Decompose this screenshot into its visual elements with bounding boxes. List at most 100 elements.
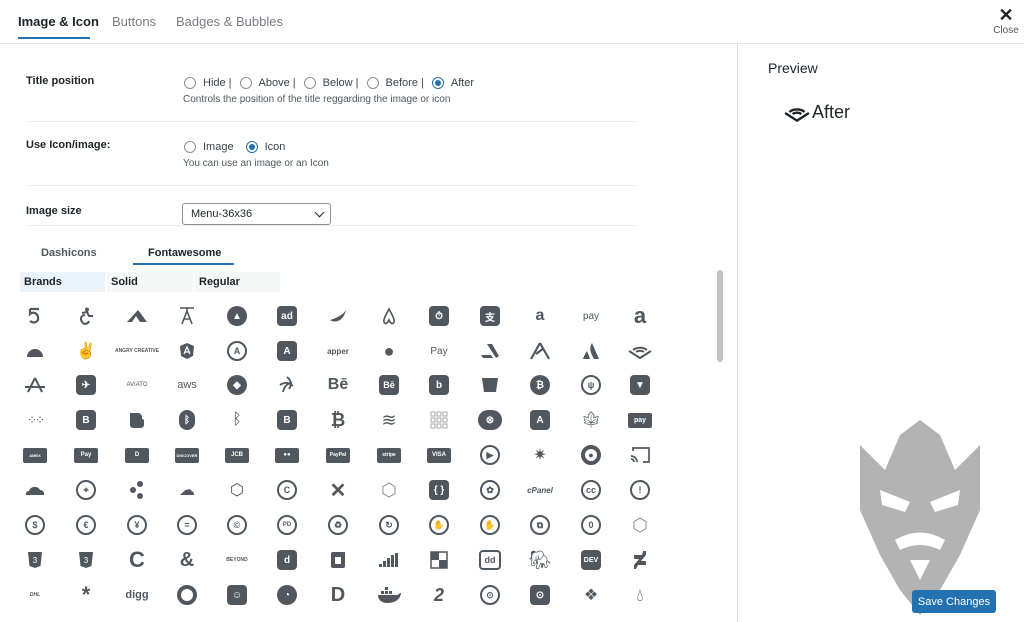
tab-buttons[interactable]: Buttons — [112, 14, 156, 29]
atlassian-icon[interactable] — [576, 336, 606, 366]
dribbble-square-icon[interactable]: ⊙ — [525, 580, 555, 610]
radio-before[interactable] — [366, 77, 379, 89]
amazon-pay-icon[interactable]: pay — [576, 301, 606, 331]
dev-icon[interactable]: DEV — [576, 545, 606, 575]
aviato-icon[interactable]: AVIATO — [122, 370, 152, 400]
alipay-icon[interactable]: 支 — [475, 301, 505, 331]
behance-icon[interactable]: Bē — [323, 370, 353, 400]
subtab-dashicons[interactable]: Dashicons — [41, 247, 97, 259]
creative-commons-sampling-plus-icon[interactable]: ✋ — [475, 510, 505, 540]
creative-commons-zero-icon[interactable]: 0 — [576, 510, 606, 540]
buysellads-icon[interactable]: A — [525, 405, 555, 435]
cc-amazon-pay-icon[interactable]: pay — [625, 405, 655, 435]
category-brands[interactable]: Brands — [20, 272, 105, 292]
radio-hide[interactable] — [184, 77, 196, 89]
codepen-icon[interactable]: ⬡ — [222, 475, 252, 505]
adversal-icon[interactable]: ad — [272, 301, 302, 331]
dribbble-icon[interactable]: ⊙ — [475, 580, 505, 610]
scrollbar-thumb[interactable] — [717, 270, 723, 362]
angrycreative-icon[interactable]: ANGRY CREATIVE — [115, 336, 159, 366]
creative-commons-nc-icon[interactable]: $ — [22, 510, 50, 540]
delicious-icon[interactable] — [424, 545, 454, 575]
bimobject-icon[interactable]: b — [424, 370, 454, 400]
diaspora-icon[interactable]: * — [71, 580, 101, 610]
amazon-square-icon[interactable]: a — [625, 301, 655, 331]
blogger-b-icon[interactable] — [122, 405, 152, 435]
asymmetrik-icon[interactable] — [525, 336, 555, 366]
cc-mastercard-icon[interactable]: ●● — [272, 440, 302, 470]
creative-commons-nc-jp-icon[interactable]: ¥ — [122, 510, 152, 540]
deviantart-icon[interactable] — [625, 545, 655, 575]
connectdevelop-icon[interactable]: ⬡ — [374, 475, 404, 505]
close-button[interactable]: ✕ Close — [988, 6, 1024, 36]
cc-jcb-icon[interactable]: JCB — [222, 440, 252, 470]
cc-amex-icon[interactable]: AMEX — [22, 440, 50, 470]
d-and-d-beyond-icon[interactable]: BEYOND — [222, 545, 252, 575]
android-icon[interactable] — [22, 336, 50, 366]
btc-icon[interactable]: ₿ — [323, 405, 353, 435]
amazon-icon[interactable]: a — [525, 301, 555, 331]
autoprefixer-icon[interactable] — [22, 370, 50, 400]
app-store-ios-icon[interactable]: A — [272, 336, 302, 366]
codiepie-icon[interactable]: C — [272, 475, 302, 505]
dochub-icon[interactable]: D — [323, 580, 353, 610]
confluence-icon[interactable]: ✕ — [323, 475, 353, 505]
docker-icon[interactable] — [374, 580, 404, 610]
bootstrap-icon[interactable]: B — [272, 405, 302, 435]
aws-icon[interactable]: aws — [172, 370, 202, 400]
category-solid[interactable]: Solid — [107, 272, 193, 292]
apple-pay-icon[interactable]: Pay — [424, 336, 454, 366]
radio-above[interactable] — [239, 77, 252, 89]
cotton-bureau-icon[interactable]: ✿ — [475, 475, 505, 505]
discourse-icon[interactable]: ◔ — [272, 580, 302, 610]
dailymotion-icon[interactable]: d — [272, 545, 302, 575]
critical-role-icon[interactable]: ⬡ — [625, 510, 655, 540]
cuttlefish-icon[interactable]: C — [122, 545, 152, 575]
angular-icon[interactable] — [172, 336, 202, 366]
deskpro-icon[interactable]: 🐘︎ — [525, 545, 555, 575]
accusoft-icon[interactable] — [122, 301, 152, 331]
creative-commons-icon[interactable]: cc — [576, 475, 606, 505]
css3-alt-icon[interactable]: 3 — [71, 545, 101, 575]
behance-square-icon[interactable]: Bē — [374, 370, 404, 400]
cc-diners-club-icon[interactable]: D — [122, 440, 152, 470]
bluetooth-b-icon[interactable]: ᛒ — [222, 405, 252, 435]
creative-commons-sampling-icon[interactable]: ✋ — [424, 510, 454, 540]
accessible-icon[interactable] — [71, 301, 101, 331]
dropbox-icon[interactable]: ❖ — [576, 580, 606, 610]
black-tie-icon[interactable]: ▼ — [625, 370, 655, 400]
cc-apple-pay-icon[interactable]: Pay — [71, 440, 101, 470]
contao-icon[interactable]: { } — [424, 475, 454, 505]
cloudversify-icon[interactable]: ☁ — [172, 475, 202, 505]
radio-image[interactable] — [184, 141, 196, 153]
artstation-icon[interactable] — [475, 336, 505, 366]
tab-image-icon[interactable]: Image & Icon — [18, 14, 99, 29]
affiliatetheme-icon[interactable] — [323, 301, 353, 331]
alarm-clock-icon[interactable]: ⏱ — [424, 301, 454, 331]
creative-commons-share-icon[interactable]: ⧉ — [525, 510, 555, 540]
drupal-icon[interactable]: 💧︎ — [625, 580, 655, 610]
app-store-icon[interactable]: A — [222, 336, 252, 366]
creative-commons-sa-icon[interactable]: ↻ — [374, 510, 404, 540]
battle-net-icon[interactable] — [272, 370, 302, 400]
500px-icon[interactable] — [22, 301, 50, 331]
digital-ocean-icon[interactable] — [172, 580, 202, 610]
css3-icon[interactable]: 3 — [22, 545, 50, 575]
apper-icon[interactable]: apper — [323, 336, 353, 366]
icon-grid-scrollbar[interactable] — [717, 270, 723, 622]
bity-icon[interactable]: ψ — [576, 370, 606, 400]
cloudsmith-icon[interactable] — [122, 475, 152, 505]
radio-after[interactable] — [431, 77, 444, 89]
image-size-select[interactable]: Menu-36x36 — [182, 203, 331, 225]
audible-icon[interactable] — [625, 336, 655, 366]
digg-icon[interactable]: digg — [122, 580, 152, 610]
radio-icon[interactable] — [245, 141, 258, 153]
creative-commons-nc-eu-icon[interactable]: € — [71, 510, 101, 540]
cc-paypal-icon[interactable]: PayPal — [323, 440, 353, 470]
draft2digital-icon[interactable]: 2 — [424, 580, 454, 610]
avianex-icon[interactable]: ✈ — [71, 370, 101, 400]
creative-commons-nd-icon[interactable]: = — [172, 510, 202, 540]
deezer-icon[interactable] — [374, 545, 404, 575]
adn-icon[interactable]: ▲ — [222, 301, 252, 331]
cc-stripe-icon[interactable]: stripe — [374, 440, 404, 470]
